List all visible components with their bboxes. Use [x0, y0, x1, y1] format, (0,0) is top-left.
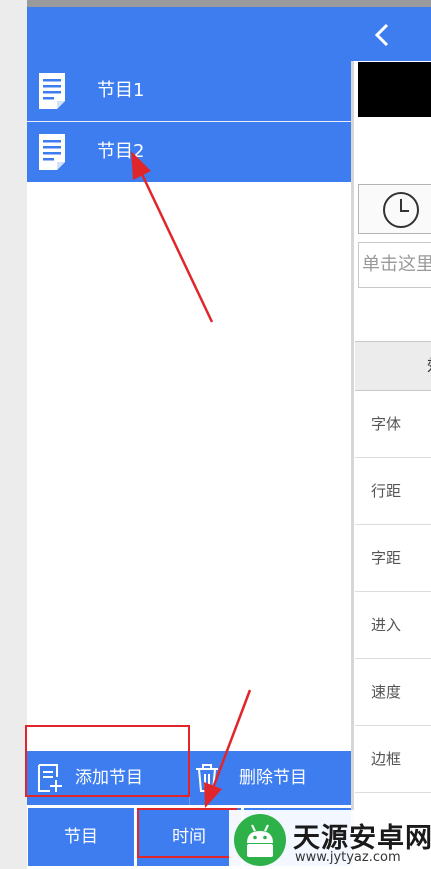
- arrow-to-program-2: [138, 169, 214, 323]
- site-watermark: 天源安卓网 www.jytyaz.com: [229, 810, 431, 869]
- arrow-head-program-2: [131, 151, 151, 180]
- arrow-head-time-tab: [204, 782, 222, 808]
- arrow-to-time-tab: [211, 689, 252, 789]
- watermark-url: www.jytyaz.com: [295, 850, 401, 865]
- android-logo-icon: [234, 814, 286, 866]
- annotation-arrows: [131, 151, 252, 808]
